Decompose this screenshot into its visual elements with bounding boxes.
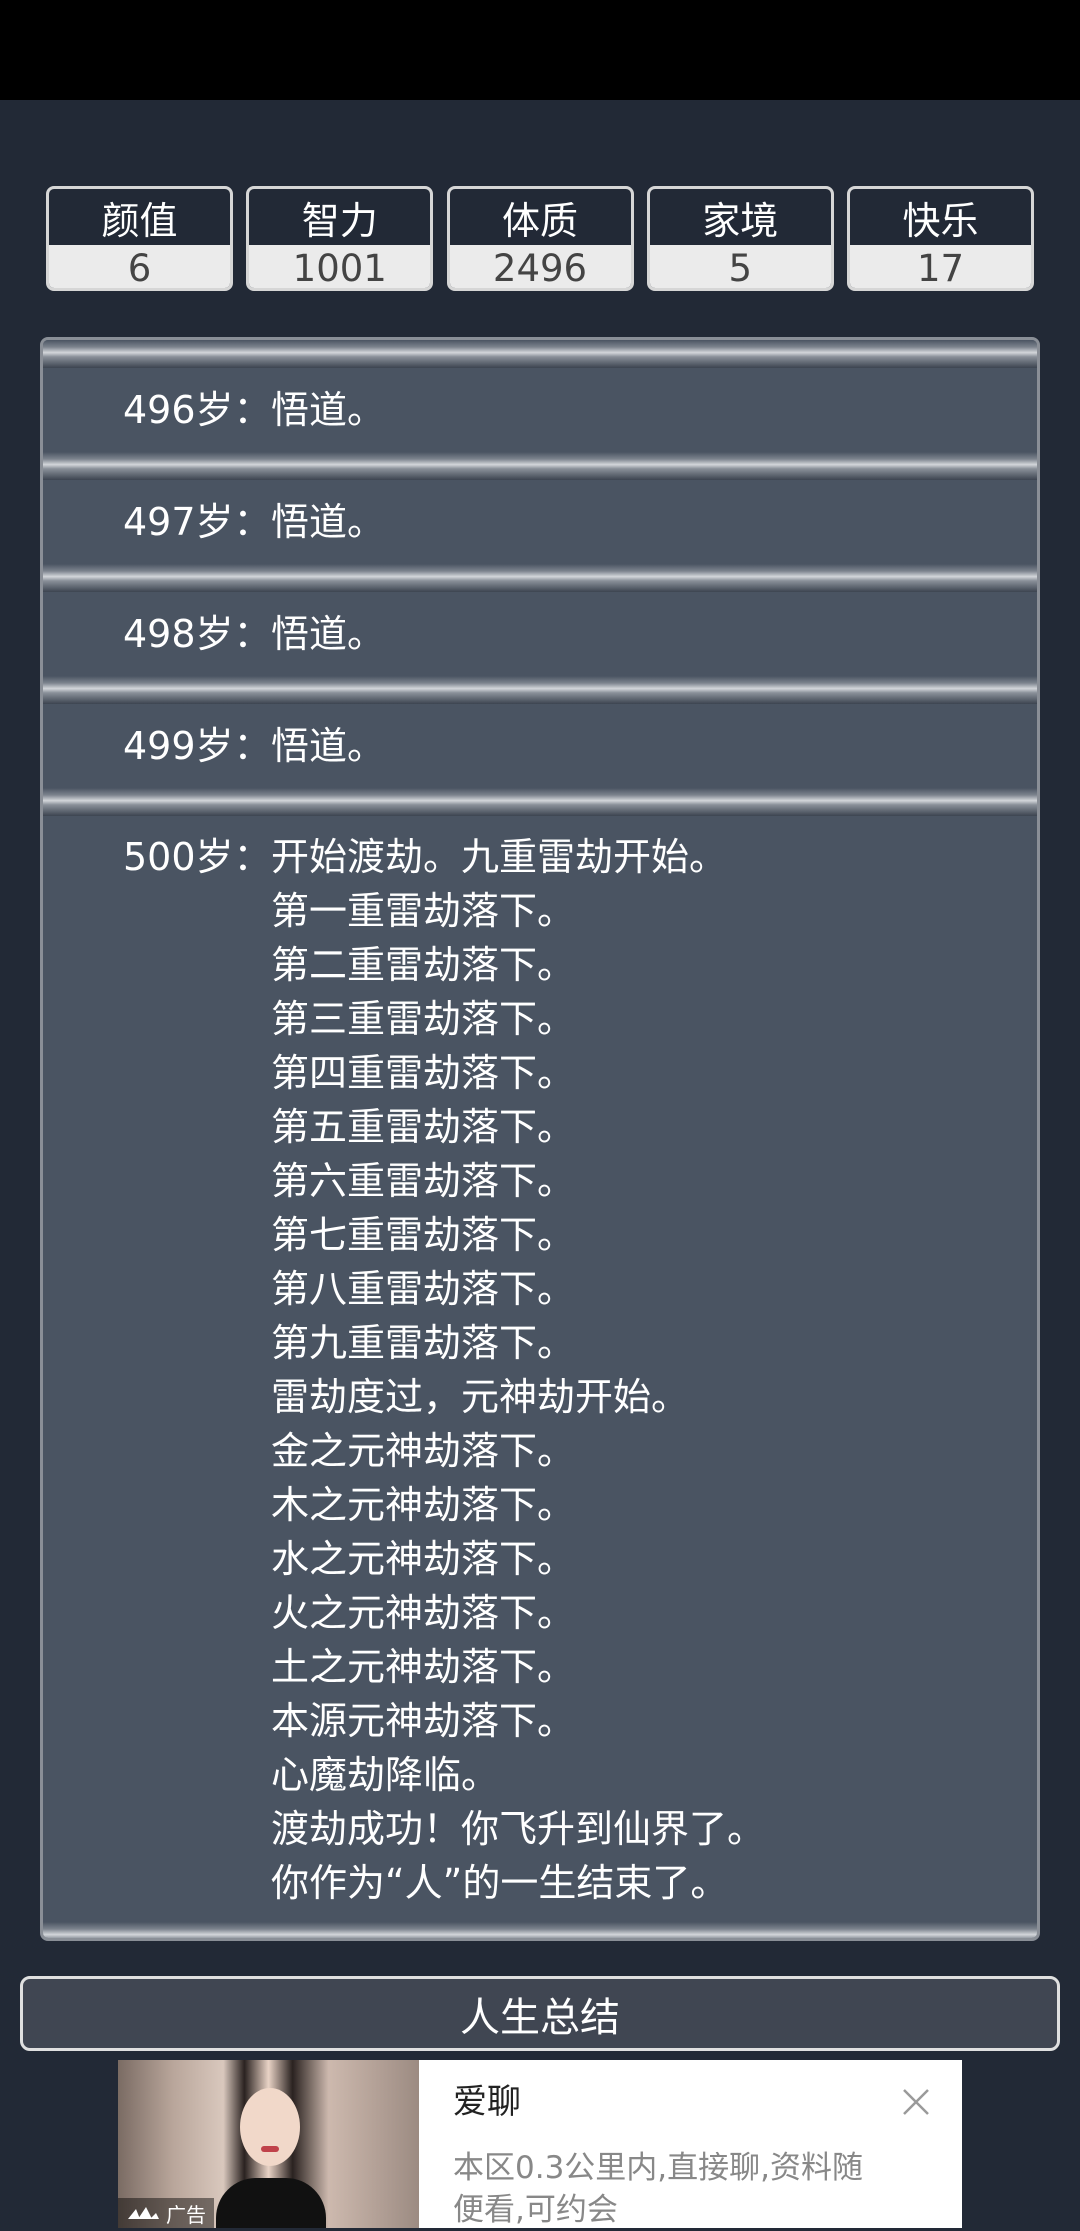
log-entry: 498岁： 悟道。 bbox=[43, 592, 1037, 676]
entry-line: 水之元神劫落下。 bbox=[271, 1537, 576, 1581]
entry-text: 悟道。 bbox=[271, 383, 385, 437]
entry-line: 悟道。 bbox=[271, 388, 386, 432]
entry-line: 悟道。 bbox=[271, 724, 386, 768]
entry-line: 火之元神劫落下。 bbox=[271, 1591, 576, 1635]
log-entry: 497岁： 悟道。 bbox=[43, 480, 1037, 564]
ad-content[interactable]: 爱聊 本区0.3公里内,直接聊,资料随便看,可约会 bbox=[419, 2060, 962, 2228]
ad-logo-icon bbox=[128, 2207, 159, 2219]
stat-value: 2496 bbox=[449, 245, 631, 288]
stat-value: 5 bbox=[649, 245, 831, 288]
entry-line: 第一重雷劫落下。 bbox=[271, 889, 576, 933]
divider bbox=[43, 1922, 1037, 1938]
divider bbox=[43, 788, 1037, 816]
entry-line: 悟道。 bbox=[271, 500, 386, 544]
entry-line: 第九重雷劫落下。 bbox=[271, 1321, 576, 1365]
stat-appearance: 颜值 6 bbox=[46, 186, 233, 291]
entry-line: 开始渡劫。九重雷劫开始。 bbox=[271, 835, 728, 879]
entry-age: 496岁： bbox=[123, 388, 272, 432]
entry-line: 第二重雷劫落下。 bbox=[271, 943, 576, 987]
entry-text: 悟道。 bbox=[271, 607, 385, 661]
entry-line: 心魔劫降临。 bbox=[271, 1753, 500, 1797]
entry-line: 第八重雷劫落下。 bbox=[271, 1267, 576, 1311]
log-entry: 500岁： 开始渡劫。九重雷劫开始。 第一重雷劫落下。 第二重雷劫落下。 第三重… bbox=[43, 816, 1037, 1922]
ad-image[interactable]: 广告 bbox=[118, 2060, 419, 2228]
entry-line: 第三重雷劫落下。 bbox=[271, 997, 576, 1041]
log-entry: 499岁： 悟道。 bbox=[43, 704, 1037, 788]
stat-name: 颜值 bbox=[101, 198, 178, 243]
entry-line: 悟道。 bbox=[271, 612, 386, 656]
entry-text: 开始渡劫。九重雷劫开始。 第一重雷劫落下。 第二重雷劫落下。 第三重雷劫落下。 … bbox=[271, 830, 765, 1910]
stat-happiness: 快乐 17 bbox=[847, 186, 1034, 291]
entry-line: 渡劫成功！你飞升到仙界了。 bbox=[271, 1807, 766, 1851]
stat-name: 体质 bbox=[501, 198, 578, 243]
stats-bar: 颜值 6 智力 1001 体质 2496 家境 5 快乐 17 bbox=[46, 186, 1034, 291]
log-entry: 496岁： 悟道。 bbox=[43, 368, 1037, 452]
entry-line: 你作为“人”的一生结束了。 bbox=[271, 1861, 729, 1905]
entry-line: 雷劫度过，元神劫开始。 bbox=[271, 1375, 690, 1419]
entry-line: 第七重雷劫落下。 bbox=[271, 1213, 576, 1257]
entry-line: 第五重雷劫落下。 bbox=[271, 1105, 576, 1149]
entry-line: 第六重雷劫落下。 bbox=[271, 1159, 576, 1203]
stat-name: 智力 bbox=[301, 198, 378, 243]
ad-description: 本区0.3公里内,直接聊,资料随便看,可约会 bbox=[453, 2150, 864, 2228]
ad-figure-lips bbox=[261, 2146, 279, 2152]
ad-tag-label: 广告 bbox=[166, 2202, 206, 2227]
entry-age: 500岁： bbox=[123, 835, 272, 879]
stat-family: 家境 5 bbox=[646, 186, 834, 291]
ad-title: 爱聊 bbox=[453, 2082, 521, 2122]
stat-constitution: 体质 2496 bbox=[446, 186, 634, 291]
entry-text: 悟道。 bbox=[271, 719, 385, 773]
entry-line: 金之元神劫落下。 bbox=[271, 1429, 576, 1473]
entry-age: 498岁： bbox=[123, 612, 272, 656]
life-log[interactable]: 496岁： 悟道。 497岁： 悟道。 498岁： 悟道。 499岁： 悟道。 … bbox=[40, 337, 1040, 1941]
entry-age: 499岁： bbox=[123, 724, 272, 768]
ad-banner[interactable]: 广告 爱聊 本区0.3公里内,直接聊,资料随便看,可约会 bbox=[118, 2060, 962, 2228]
divider bbox=[43, 564, 1037, 592]
stat-name: 家境 bbox=[702, 198, 779, 243]
stat-value: 6 bbox=[49, 245, 230, 288]
entry-line: 本源元神劫落下。 bbox=[271, 1699, 576, 1743]
close-icon[interactable] bbox=[900, 2086, 932, 2118]
ad-figure-body bbox=[216, 2178, 326, 2228]
entry-text: 悟道。 bbox=[271, 495, 385, 549]
life-summary-button[interactable]: 人生总结 bbox=[20, 1976, 1060, 2051]
entry-line: 土之元神劫落下。 bbox=[271, 1645, 576, 1689]
stat-intelligence: 智力 1001 bbox=[246, 186, 434, 291]
divider bbox=[43, 452, 1037, 480]
status-bar bbox=[0, 0, 1080, 100]
entry-line: 木之元神劫落下。 bbox=[271, 1483, 576, 1527]
entry-age: 497岁： bbox=[123, 500, 272, 544]
stat-name: 快乐 bbox=[902, 198, 979, 243]
divider bbox=[43, 340, 1037, 368]
stat-value: 17 bbox=[850, 245, 1031, 288]
ad-figure-face bbox=[240, 2088, 300, 2166]
stat-value: 1001 bbox=[249, 245, 431, 288]
divider bbox=[43, 676, 1037, 704]
ad-tag: 广告 bbox=[118, 2198, 214, 2228]
entry-line: 第四重雷劫落下。 bbox=[271, 1051, 576, 1095]
